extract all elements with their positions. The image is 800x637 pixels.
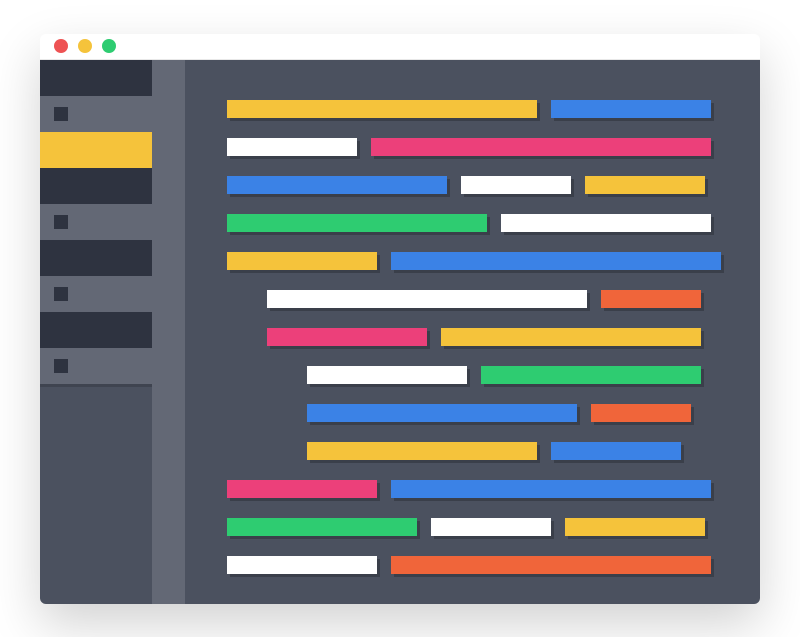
- file-icon: [54, 71, 68, 85]
- code-token: [267, 328, 427, 346]
- yellow-traffic-light[interactable]: [78, 39, 92, 53]
- code-editor[interactable]: [185, 60, 760, 604]
- file-row[interactable]: [40, 60, 152, 96]
- code-line: [227, 480, 730, 498]
- code-line: [227, 100, 730, 118]
- code-line: [227, 214, 730, 232]
- code-token: [227, 252, 377, 270]
- window-body: [40, 60, 760, 604]
- code-token: [227, 214, 487, 232]
- file-icon: [54, 287, 68, 301]
- code-token: [585, 176, 705, 194]
- file-row[interactable]: [40, 96, 152, 132]
- file-row[interactable]: [40, 240, 152, 276]
- file-row[interactable]: [40, 312, 152, 348]
- file-icon: [54, 251, 68, 265]
- red-traffic-light[interactable]: [54, 39, 68, 53]
- file-list: [40, 60, 152, 604]
- code-line: [227, 290, 730, 308]
- code-token: [601, 290, 701, 308]
- code-token: [307, 404, 577, 422]
- code-line: [227, 442, 730, 460]
- code-line: [227, 404, 730, 422]
- code-token: [307, 442, 537, 460]
- code-line: [227, 518, 730, 536]
- file-icon: [54, 107, 68, 121]
- file-row[interactable]: [40, 132, 152, 168]
- code-line: [227, 556, 730, 574]
- code-token: [227, 100, 537, 118]
- file-icon: [54, 215, 68, 229]
- code-token: [431, 518, 551, 536]
- file-icon: [54, 359, 68, 373]
- code-token: [227, 138, 357, 156]
- code-line: [227, 138, 730, 156]
- code-token: [227, 518, 417, 536]
- code-token: [227, 176, 447, 194]
- code-token: [551, 442, 681, 460]
- code-token: [591, 404, 691, 422]
- code-token: [391, 252, 721, 270]
- code-token: [391, 556, 711, 574]
- code-token: [267, 290, 587, 308]
- file-row[interactable]: [40, 168, 152, 204]
- sidebar: [40, 60, 185, 604]
- code-line: [227, 252, 730, 270]
- code-token: [371, 138, 711, 156]
- code-token: [501, 214, 711, 232]
- code-token: [441, 328, 701, 346]
- green-traffic-light[interactable]: [102, 39, 116, 53]
- code-token: [565, 518, 705, 536]
- code-token: [227, 480, 377, 498]
- app-window: [40, 34, 760, 604]
- code-line: [227, 328, 730, 346]
- code-token: [227, 556, 377, 574]
- file-row[interactable]: [40, 204, 152, 240]
- code-token: [307, 366, 467, 384]
- file-icon: [54, 179, 68, 193]
- code-line: [227, 366, 730, 384]
- code-token: [461, 176, 571, 194]
- sidebar-scroll-track[interactable]: [152, 60, 185, 604]
- titlebar: [40, 34, 760, 60]
- code-token: [391, 480, 711, 498]
- code-token: [551, 100, 711, 118]
- code-token: [481, 366, 701, 384]
- file-row[interactable]: [40, 276, 152, 312]
- code-line: [227, 176, 730, 194]
- file-icon: [54, 323, 68, 337]
- file-row[interactable]: [40, 348, 152, 384]
